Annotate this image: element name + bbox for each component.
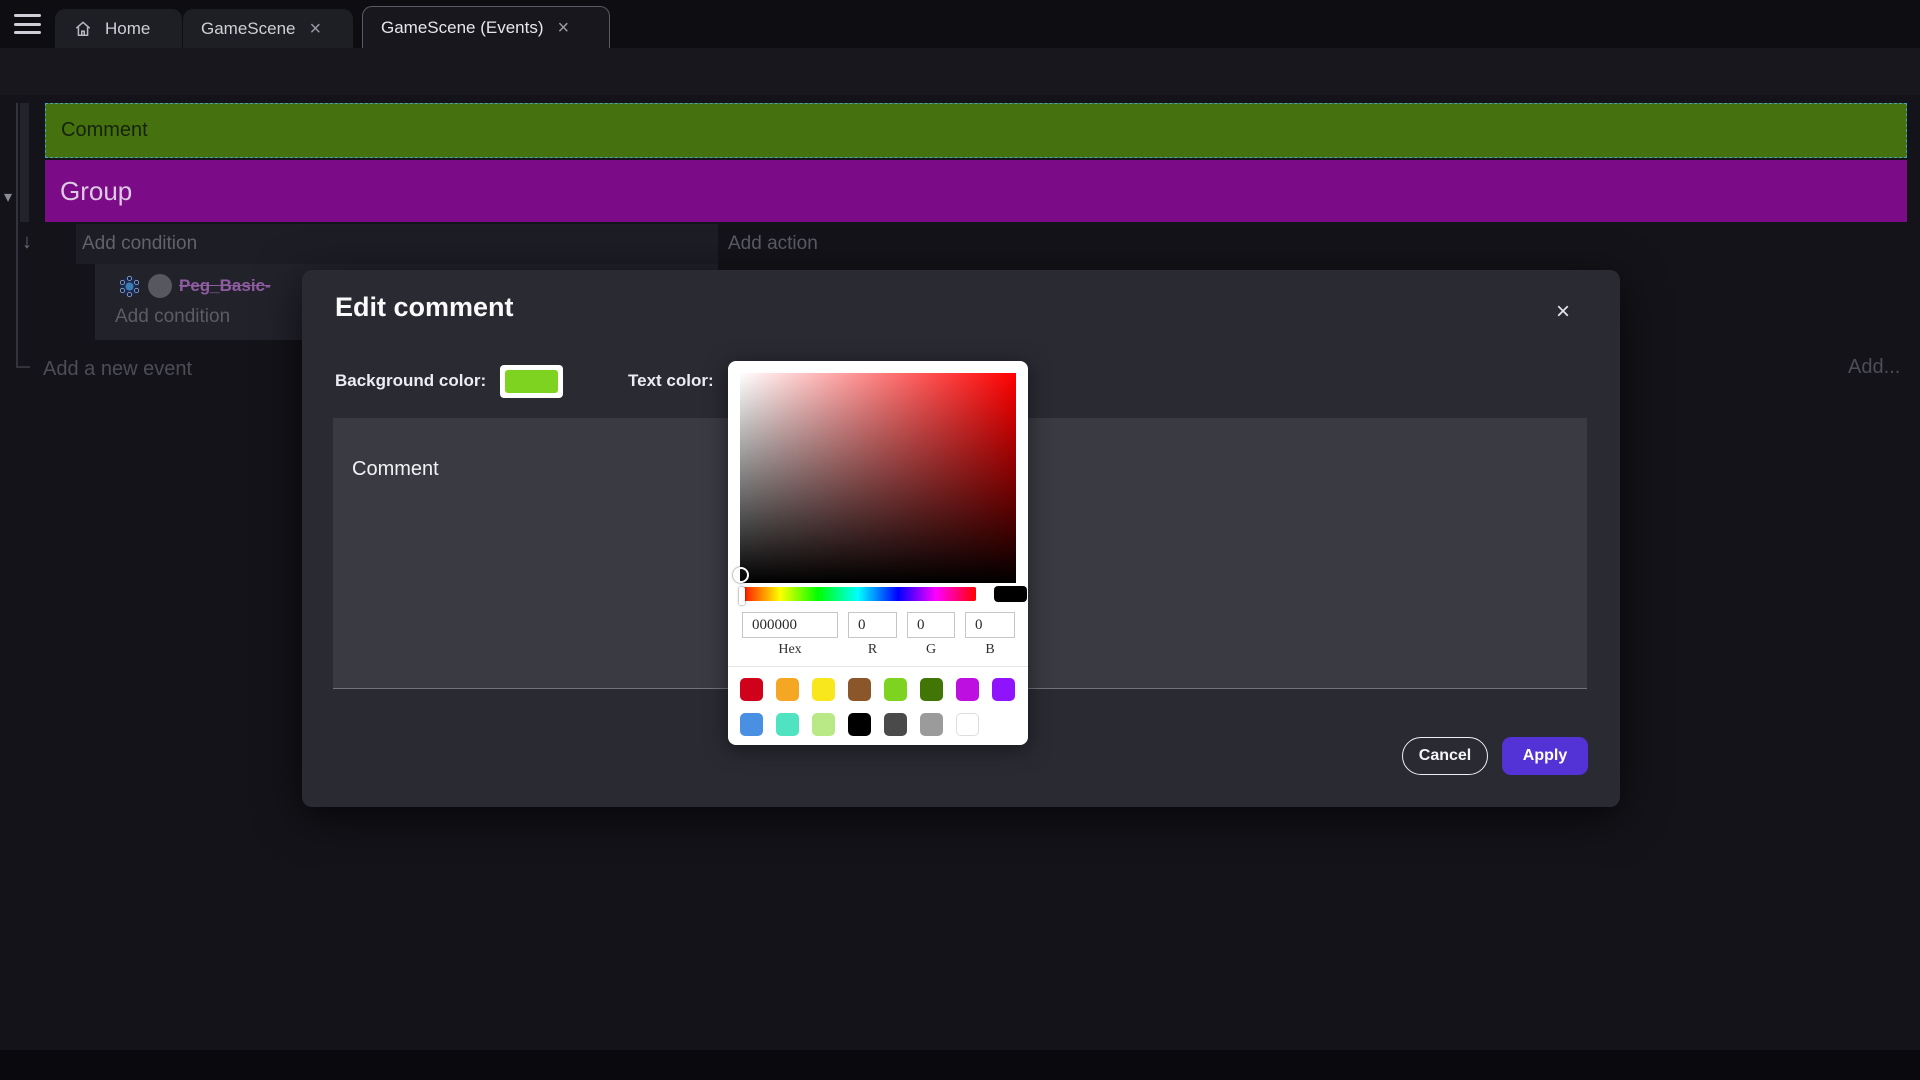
group-event-row[interactable]: Group	[45, 160, 1907, 222]
preset-swatch-row	[740, 678, 1015, 701]
add-more-link[interactable]: Add...	[1848, 356, 1900, 379]
preset-color-swatch[interactable]	[776, 678, 799, 701]
add-condition-link[interactable]: Add condition	[82, 233, 197, 255]
current-color-swatch	[994, 586, 1027, 602]
preset-color-swatch[interactable]	[740, 678, 763, 701]
close-icon[interactable]: ×	[556, 18, 572, 38]
preset-color-swatch[interactable]	[992, 678, 1015, 701]
blue-input[interactable]	[965, 612, 1015, 638]
tab-bar: Home GameScene × GameScene (Events) ×	[0, 0, 1920, 48]
preset-color-swatch[interactable]	[920, 713, 943, 736]
background-color-swatch[interactable]	[500, 365, 563, 398]
tree-line	[16, 366, 30, 368]
object-thumbnail	[148, 274, 172, 298]
condition-line[interactable]: Peg_Basic-	[118, 272, 271, 300]
menu-icon[interactable]	[14, 14, 41, 34]
preset-color-swatch[interactable]	[848, 713, 871, 736]
preset-color-swatch[interactable]	[740, 713, 763, 736]
group-event-text: Group	[60, 176, 132, 207]
sheet-footer	[0, 1050, 1920, 1080]
tab-label: GameScene	[201, 19, 296, 39]
collapse-chevron-icon[interactable]: ▾	[4, 187, 12, 207]
tab-gamescene[interactable]: GameScene ×	[183, 9, 353, 48]
cancel-label: Cancel	[1419, 747, 1471, 765]
text-color-label: Text color:	[628, 371, 714, 391]
color-picker-popover: Hex R G B	[728, 361, 1028, 745]
preset-color-swatch[interactable]	[812, 678, 835, 701]
comment-event-row[interactable]: Comment	[45, 103, 1907, 158]
cancel-button[interactable]: Cancel	[1402, 737, 1488, 775]
background-color-fill	[505, 370, 558, 393]
hue-slider-handle[interactable]	[739, 587, 745, 605]
saturation-cursor[interactable]	[733, 567, 749, 583]
background-color-label: Background color:	[335, 371, 486, 391]
toolbar: Preview ▼ Publish	[0, 48, 1920, 95]
preset-color-swatch[interactable]	[884, 713, 907, 736]
hex-input[interactable]	[742, 612, 838, 638]
home-icon	[73, 19, 93, 39]
apply-button[interactable]: Apply	[1502, 737, 1588, 775]
preset-color-swatch[interactable]	[848, 678, 871, 701]
condition-object-name[interactable]: Peg_Basic-	[179, 276, 271, 296]
tab-label: Home	[105, 19, 150, 39]
preset-color-swatch[interactable]	[776, 713, 799, 736]
tab-home[interactable]: Home	[55, 9, 182, 48]
add-new-event-link[interactable]: Add a new event	[43, 358, 192, 381]
add-condition-link[interactable]: Add condition	[115, 306, 230, 328]
hue-row	[740, 585, 1016, 603]
red-input[interactable]	[848, 612, 897, 638]
hue-slider[interactable]	[740, 587, 976, 601]
preset-color-swatch[interactable]	[884, 678, 907, 701]
app-window: Home GameScene × GameScene (Events) ×	[0, 0, 1920, 1080]
close-icon[interactable]: ×	[308, 19, 324, 39]
tree-guide	[20, 103, 29, 222]
green-label: G	[907, 642, 955, 658]
preset-color-swatch[interactable]	[956, 678, 979, 701]
saturation-field[interactable]	[740, 373, 1016, 583]
subevent-arrow-icon: ↓	[22, 231, 32, 254]
close-icon[interactable]: ×	[1550, 296, 1576, 328]
tree-line	[16, 103, 18, 368]
behavior-icon	[118, 275, 141, 298]
tab-gamescene-events[interactable]: GameScene (Events) ×	[362, 6, 610, 48]
blue-label: B	[965, 642, 1015, 658]
hex-label: Hex	[742, 642, 838, 658]
comment-event-text: Comment	[61, 119, 148, 142]
preset-swatch-row	[740, 713, 979, 736]
divider	[728, 666, 1028, 667]
dialog-title: Edit comment	[335, 292, 514, 323]
preset-color-swatch[interactable]	[920, 678, 943, 701]
tab-label: GameScene (Events)	[381, 18, 544, 38]
preset-color-swatch[interactable]	[812, 713, 835, 736]
conditions-panel[interactable]: Add condition	[76, 224, 718, 264]
green-input[interactable]	[907, 612, 955, 638]
add-action-link[interactable]: Add action	[728, 233, 818, 255]
red-label: R	[848, 642, 897, 658]
preset-color-swatch[interactable]	[956, 713, 979, 736]
apply-label: Apply	[1523, 747, 1567, 765]
